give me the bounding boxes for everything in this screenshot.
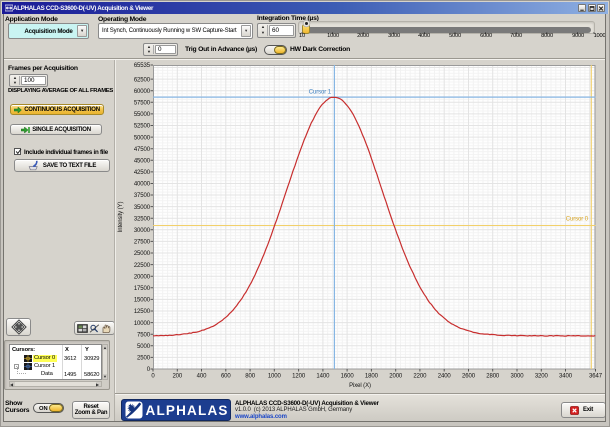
svg-text:32500: 32500 (134, 216, 151, 222)
svg-text:2800: 2800 (486, 374, 500, 380)
svg-text:17500: 17500 (134, 286, 151, 292)
svg-text:3647: 3647 (589, 374, 603, 380)
svg-text:52500: 52500 (134, 124, 151, 130)
svg-text:25000: 25000 (134, 251, 151, 257)
svg-text:Pixel (X): Pixel (X) (349, 383, 371, 389)
svg-text:55000: 55000 (134, 112, 151, 118)
svg-text:3000: 3000 (511, 374, 525, 380)
svg-text:200: 200 (172, 374, 182, 380)
svg-text:1200: 1200 (292, 374, 306, 380)
svg-text:0: 0 (147, 367, 151, 373)
svg-text:35000: 35000 (134, 205, 151, 211)
svg-text:57500: 57500 (134, 101, 151, 107)
svg-text:3400: 3400 (559, 374, 573, 380)
svg-text:2500: 2500 (137, 356, 151, 362)
svg-text:30000: 30000 (134, 228, 151, 234)
svg-text:Cursor 0: Cursor 0 (566, 217, 589, 223)
svg-text:1000: 1000 (268, 374, 282, 380)
svg-text:62500: 62500 (134, 77, 151, 83)
svg-text:600: 600 (221, 374, 231, 380)
svg-text:10000: 10000 (134, 321, 151, 327)
svg-text:7500: 7500 (137, 332, 151, 338)
svg-text:45000: 45000 (134, 159, 151, 165)
svg-text:27500: 27500 (134, 240, 151, 246)
svg-text:3200: 3200 (535, 374, 549, 380)
svg-text:Intensity (Y): Intensity (Y) (118, 202, 124, 233)
svg-text:2600: 2600 (462, 374, 476, 380)
svg-text:800: 800 (245, 374, 255, 380)
svg-text:22500: 22500 (134, 263, 151, 269)
svg-text:Cursor 1: Cursor 1 (309, 90, 332, 96)
svg-text:37500: 37500 (134, 193, 151, 199)
svg-text:2000: 2000 (389, 374, 403, 380)
svg-text:1800: 1800 (365, 374, 379, 380)
svg-text:1400: 1400 (316, 374, 330, 380)
svg-text:15000: 15000 (134, 298, 151, 304)
svg-text:12500: 12500 (134, 309, 151, 315)
svg-text:47500: 47500 (134, 147, 151, 153)
svg-text:2200: 2200 (413, 374, 427, 380)
svg-text:60000: 60000 (134, 89, 151, 95)
svg-text:65535: 65535 (134, 63, 151, 69)
svg-text:40000: 40000 (134, 182, 151, 188)
svg-text:20000: 20000 (134, 274, 151, 280)
svg-text:50000: 50000 (134, 135, 151, 141)
svg-text:5000: 5000 (137, 344, 151, 350)
svg-text:0: 0 (151, 374, 155, 380)
svg-text:1600: 1600 (341, 374, 355, 380)
svg-text:2400: 2400 (438, 374, 452, 380)
svg-text:42500: 42500 (134, 170, 151, 176)
svg-text:400: 400 (197, 374, 207, 380)
